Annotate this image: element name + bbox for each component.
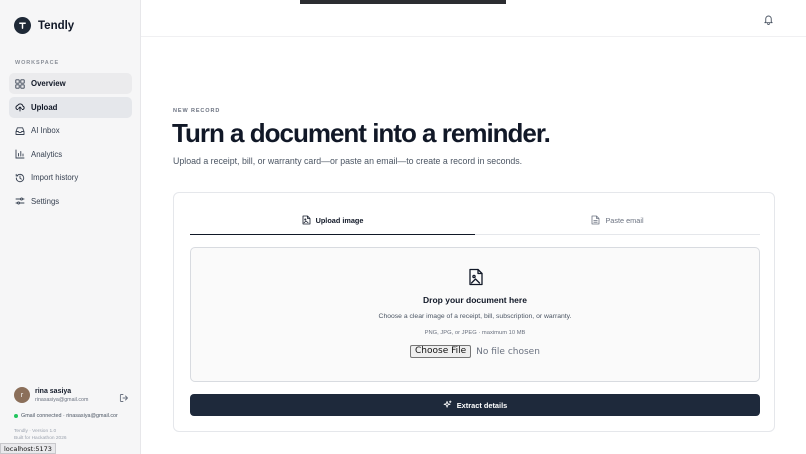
sidebar-item-label: Settings	[31, 196, 60, 206]
page-subtitle: Upload a receipt, bill, or warranty card…	[173, 156, 523, 166]
sidebar-item-label: Import history	[31, 173, 79, 182]
page-eyebrow: NEW RECORD	[173, 108, 221, 114]
extract-details-label: Extract details	[456, 400, 508, 410]
avatar[interactable]: r	[14, 387, 30, 403]
main-content: NEW RECORD Turn a document into a remind…	[141, 0, 806, 454]
brand[interactable]: Tendly	[14, 17, 74, 34]
tendly-logo-icon	[14, 17, 31, 34]
record-card: Upload image Paste email Drop your docum…	[173, 192, 775, 432]
file-input: Choose File No file chosen	[410, 345, 540, 358]
text-file-icon	[591, 215, 600, 227]
inbox-icon	[15, 126, 25, 136]
extract-details-button[interactable]: Extract details	[190, 394, 760, 416]
sidebar-item-label: Analytics	[31, 149, 63, 159]
sidebar-item-ai-inbox[interactable]: AI Inbox	[9, 120, 132, 141]
history-icon	[15, 173, 25, 183]
top-strip	[300, 0, 506, 4]
sidebar-item-import-history[interactable]: Import history	[9, 167, 132, 188]
sidebar-item-upload[interactable]: Upload	[9, 96, 132, 118]
tab-label: Upload image	[315, 216, 364, 225]
top-bar	[141, 0, 806, 37]
dropzone-formats: PNG, JPG, or JPEG · maximum 10 MB	[424, 330, 526, 336]
bar-chart-icon	[15, 149, 25, 159]
sidebar-item-settings[interactable]: Settings	[9, 191, 132, 212]
grid-icon	[15, 78, 25, 89]
sidebar-item-label: AI Inbox	[31, 126, 60, 135]
browser-status-url: localhost:5173	[0, 443, 56, 454]
user-info: rina sasiya rinasasiya@gmail.com	[35, 388, 114, 403]
brand-name: Tendly	[38, 19, 75, 32]
sidebar-item-label: Overview	[31, 79, 66, 88]
built-text: Built for Hackathon 2026	[14, 436, 67, 441]
tab-upload-image[interactable]: Upload image	[190, 207, 475, 235]
user-profile: r rina sasiya rinasasiya@gmail.com	[14, 387, 129, 403]
user-name: rina sasiya	[35, 387, 72, 395]
user-email: rinasasiya@gmail.com	[35, 396, 89, 403]
version-text: Tendly · Version 1.0	[14, 429, 57, 434]
sidebar-item-overview[interactable]: Overview	[9, 73, 132, 94]
page-title: Turn a document into a reminder.	[172, 118, 551, 148]
connected-status-dot-icon	[14, 414, 18, 418]
gmail-status-text: Gmail connected · rinasasiya@gmail.cor	[21, 413, 118, 419]
tab-paste-email[interactable]: Paste email	[475, 207, 760, 234]
sidebar-item-label: Upload	[31, 102, 58, 112]
app-root: Tendly WORKSPACE Overview Upload AI Inbo…	[0, 0, 806, 454]
input-tabs: Upload image Paste email	[190, 207, 760, 235]
choose-file-button[interactable]: Choose File	[410, 345, 472, 358]
sparkle-icon	[443, 399, 452, 411]
sliders-icon	[15, 196, 25, 206]
logout-icon[interactable]	[119, 390, 129, 402]
sidebar-item-analytics[interactable]: Analytics	[9, 144, 132, 165]
image-file-icon	[468, 268, 484, 286]
sidebar: Tendly WORKSPACE Overview Upload AI Inbo…	[0, 0, 141, 454]
dropzone[interactable]: Drop your document here Choose a clear i…	[190, 247, 760, 382]
sidebar-nav: Overview Upload AI Inbox Analytics Impor…	[9, 73, 132, 214]
file-status: No file chosen	[476, 346, 540, 357]
workspace-section-label: WORKSPACE	[15, 60, 60, 66]
dropzone-description: Choose a clear image of a receipt, bill,…	[378, 313, 572, 320]
image-file-icon	[302, 215, 311, 227]
dropzone-title: Drop your document here	[423, 295, 527, 305]
gmail-status: Gmail connected · rinasasiya@gmail.cor	[14, 413, 138, 419]
tab-label: Paste email	[605, 216, 644, 225]
bell-icon[interactable]	[763, 12, 774, 25]
upload-cloud-icon	[15, 102, 25, 112]
